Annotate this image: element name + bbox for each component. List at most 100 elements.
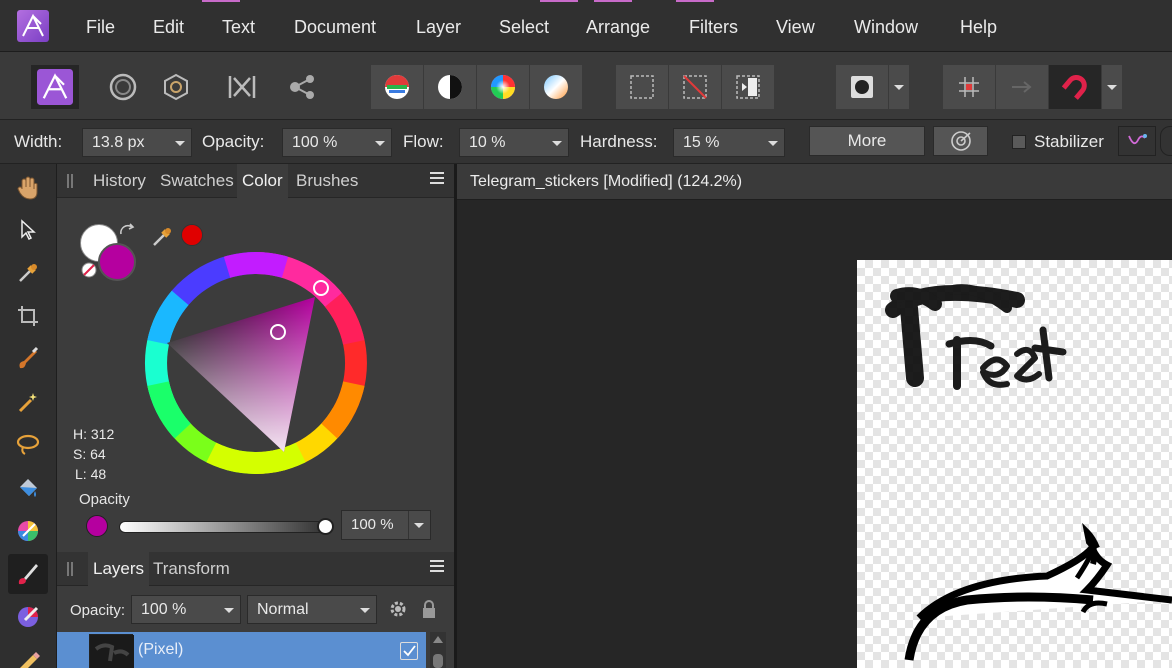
opacity-field[interactable]: 100 % [282,128,392,157]
scrollbar-thumb[interactable] [433,654,443,668]
color-picker-tool[interactable] [8,253,48,293]
hsl-button[interactable] [477,65,529,109]
white-balance-button[interactable] [530,65,582,109]
export-persona-button[interactable] [278,65,326,109]
color-wheel[interactable] [143,250,369,476]
gradient-tool[interactable] [8,511,48,551]
document-title: Telegram_stickers [Modified] (124.2%) [470,173,743,190]
lock-icon[interactable] [421,599,437,619]
layers-scrollbar[interactable] [430,632,446,668]
affinity-photo-logo-icon[interactable] [17,10,49,42]
opacity-slider[interactable] [119,521,325,533]
opacity-slider-handle[interactable] [317,518,334,535]
deselect-button[interactable] [669,65,721,109]
lasso-icon [16,434,40,455]
tone-mapping-persona-button[interactable] [218,65,266,109]
hardness-value: 15 % [683,134,720,151]
invert-selection-button[interactable] [722,65,774,109]
menu-filters[interactable]: Filters [689,17,738,38]
eyedropper-icon [19,264,37,282]
tab-color[interactable]: Color [237,164,288,198]
panel-grip-icon[interactable] [67,174,73,188]
canvas-document[interactable] [857,260,1172,668]
layer-opacity-field[interactable]: 100 % [131,595,241,624]
canvas-area[interactable] [457,200,1172,668]
liquify-persona-icon [109,73,137,101]
develop-persona-button[interactable] [152,65,200,109]
swap-colors-icon[interactable] [118,222,136,240]
panel-menu-icon[interactable] [430,172,444,186]
hardness-field[interactable]: 15 % [673,128,785,157]
no-color-icon[interactable] [81,262,97,278]
menu-arrange[interactable]: Arrange [586,17,650,38]
snapping-button[interactable] [1049,65,1101,109]
scroll-up-icon[interactable] [433,636,443,643]
menu-view[interactable]: View [776,17,815,38]
picked-color-swatch[interactable] [181,224,203,246]
liquify-persona-button[interactable] [99,65,147,109]
flow-value: 10 % [469,134,506,151]
panel-grip-icon[interactable] [67,562,73,576]
stabilizer-checkbox[interactable] [1012,135,1026,149]
snapping-grid-button[interactable] [943,65,995,109]
menu-help[interactable]: Help [960,17,997,38]
menu-window[interactable]: Window [854,17,918,38]
flow-field[interactable]: 10 % [459,128,569,157]
secondary-color-swatch[interactable] [98,243,136,281]
color-replacement-icon [18,606,39,627]
arrow-right-icon [1012,81,1032,93]
opacity-dropdown[interactable] [408,511,430,539]
fill-tool[interactable] [8,468,48,508]
quick-mask-dropdown[interactable] [889,65,909,109]
layer-opacity-value: 100 % [141,601,187,618]
tab-indicator [676,0,714,2]
black-white-button[interactable] [424,65,476,109]
menu-layer[interactable]: Layer [416,17,461,38]
document-tab[interactable]: Telegram_stickers [Modified] (124.2%) [457,164,1172,200]
window-mode-button[interactable] [1160,126,1172,156]
tab-brushes[interactable]: Brushes [296,164,358,198]
crop-tool[interactable] [8,296,48,336]
opacity-label: Opacity: [202,132,265,151]
flow-label: Flow: [403,132,444,151]
move-tool[interactable] [8,210,48,250]
color-replacement-tool[interactable] [8,597,48,637]
quick-mask-button[interactable] [836,65,888,109]
rope-mode-button[interactable] [1118,126,1156,156]
menu-file[interactable]: File [86,17,115,38]
more-button[interactable]: More [809,126,925,156]
tab-transform[interactable]: Transform [153,552,230,586]
tab-indicator [594,0,632,2]
pressure-button[interactable] [933,126,988,156]
color-panel-tabs: History Swatches Color Brushes [57,164,454,198]
pencil-tool[interactable] [8,640,48,668]
blend-mode-select[interactable]: Normal [247,595,377,624]
marquee-icon [630,75,654,99]
menu-text[interactable]: Text [222,17,255,38]
width-field[interactable]: 13.8 px [82,128,192,157]
menu-document[interactable]: Document [294,17,376,38]
flood-select-tool[interactable] [8,382,48,422]
menu-edit[interactable]: Edit [153,17,184,38]
panel-menu-icon[interactable] [430,560,444,574]
selection-brush-tool[interactable] [8,339,48,379]
snapping-dropdown[interactable] [1102,65,1122,109]
force-pixel-button[interactable] [996,65,1048,109]
lasso-tool[interactable] [8,425,48,465]
view-tool[interactable] [8,168,48,208]
menu-select[interactable]: Select [499,17,549,38]
invert-selection-icon [736,75,760,99]
select-all-button[interactable] [616,65,668,109]
layer-visibility-checkbox[interactable] [400,642,418,660]
tab-history[interactable]: History [93,164,146,198]
eyedropper-icon[interactable] [151,224,175,248]
tab-swatches[interactable]: Swatches [160,164,234,198]
adjustments-button[interactable] [371,65,423,109]
photo-persona-button[interactable] [31,65,79,109]
tab-layers[interactable]: Layers [88,552,150,586]
gear-icon[interactable] [388,599,408,619]
color-opacity-field[interactable]: 100 % [341,510,431,540]
pencil-icon [20,652,40,668]
layer-row[interactable]: (Pixel) [57,632,426,668]
paint-brush-tool[interactable] [8,554,48,594]
